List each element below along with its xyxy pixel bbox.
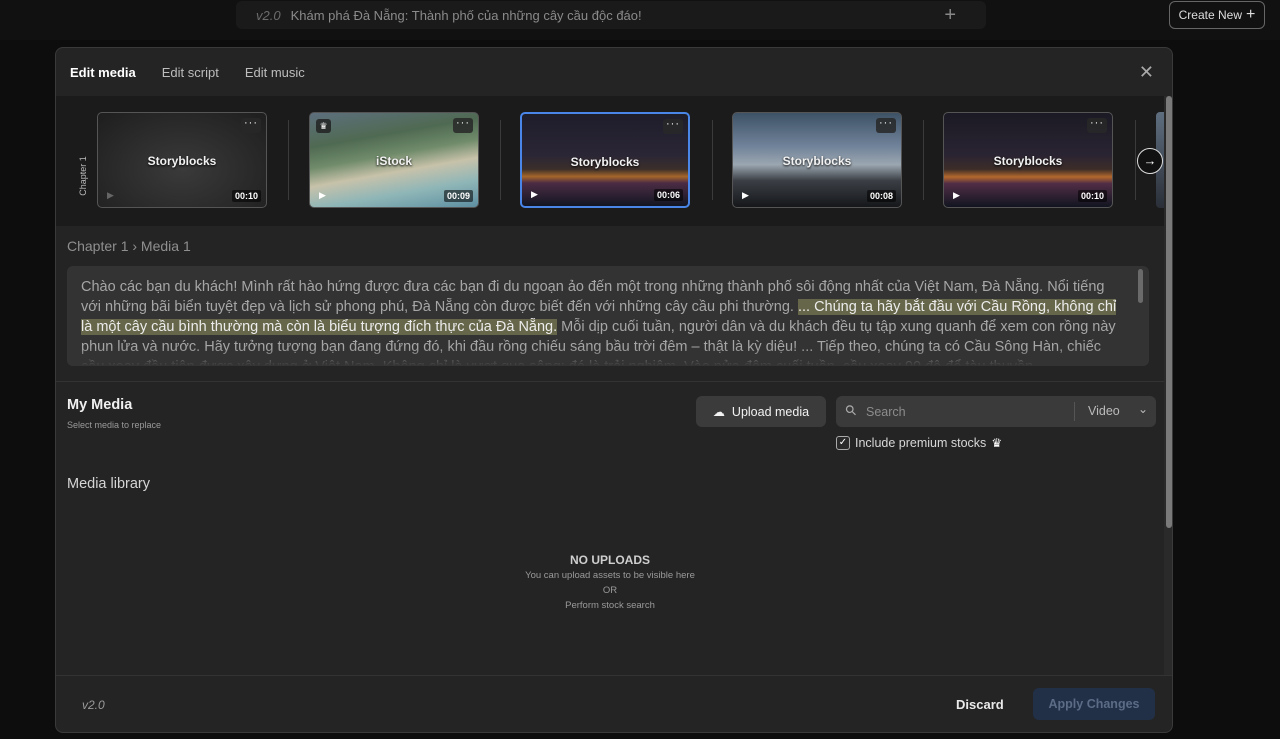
media-library-title: Media library	[67, 476, 150, 492]
search-input[interactable]	[866, 396, 1071, 427]
play-icon[interactable]: ▶	[742, 190, 749, 201]
script-scrollbar[interactable]	[1138, 269, 1143, 303]
close-icon[interactable]: ✕	[1139, 62, 1154, 83]
chevron-down-icon[interactable]: ⌄	[1138, 402, 1148, 416]
apply-changes-button[interactable]: Apply Changes	[1033, 688, 1155, 720]
chapter-label: Chapter 1	[78, 156, 88, 196]
my-media-subtitle: Select media to replace	[67, 420, 162, 430]
empty-state-line: You can upload assets to be visible here	[525, 570, 695, 581]
project-version: v2.0	[256, 7, 281, 23]
upload-media-button[interactable]: ☁ Upload media	[696, 396, 826, 427]
search-icon: ⚲	[841, 400, 861, 420]
modal-scrollbar[interactable]	[1164, 96, 1172, 676]
tab-edit-music[interactable]: Edit music	[245, 65, 305, 80]
media-thumbnail[interactable]: ♛ ··· iStock ▶ 00:09	[309, 112, 479, 208]
create-new-button[interactable]: Create New +	[1169, 1, 1265, 29]
plus-icon: +	[1246, 6, 1256, 23]
tab-edit-script[interactable]: Edit script	[162, 65, 219, 80]
play-icon[interactable]: ▶	[953, 190, 960, 201]
thumbnail-duration: 00:10	[231, 190, 261, 202]
thumbnail-source: Storyblocks	[993, 154, 1063, 168]
tab-edit-media[interactable]: Edit media	[70, 65, 136, 80]
search-divider	[1074, 402, 1075, 421]
empty-state-title: NO UPLOADS	[569, 553, 650, 567]
section-divider	[56, 381, 1164, 382]
media-type-select[interactable]: Video	[1088, 396, 1120, 427]
thumbnail-duration: 00:08	[866, 190, 896, 202]
media-thumbnail[interactable]: ··· Storyblocks ▶ 00:08	[732, 112, 902, 208]
upload-media-label: Upload media	[731, 404, 810, 419]
my-media-title: My Media	[67, 397, 133, 413]
script-text[interactable]: Chào các bạn du khách! Mình rất hào hứng…	[67, 266, 1149, 366]
divider	[500, 120, 501, 200]
crown-icon: ♛	[991, 436, 1003, 450]
thumbnail-source: iStock	[375, 154, 412, 168]
discard-button[interactable]: Discard	[956, 697, 1004, 712]
divider	[288, 120, 289, 200]
media-thumbnail[interactable]: ··· Storyblocks ▶ 00:10	[97, 112, 267, 208]
arrow-right-icon[interactable]: →	[1137, 148, 1163, 174]
checkbox-icon[interactable]: ✓	[836, 436, 850, 450]
footer-version: v2.0	[82, 698, 105, 712]
premium-label: Include premium stocks	[855, 436, 987, 450]
thumbnail-duration: 00:10	[1077, 190, 1107, 202]
search-bar: ⚲ Video ⌄	[836, 396, 1156, 427]
more-icon[interactable]: ···	[241, 118, 261, 133]
project-title: Khám phá Đà Nẵng: Thành phố của những câ…	[290, 7, 642, 23]
modal-tabs: Edit media Edit script Edit music	[56, 48, 1172, 96]
empty-state-line: Perform stock search	[565, 600, 655, 611]
app-header: v2.0 Khám phá Đà Nẵng: Thành phố của nhữ…	[0, 0, 1280, 40]
edit-media-modal: Edit media Edit script Edit music ✕ Chap…	[55, 47, 1173, 733]
play-icon[interactable]: ▶	[319, 190, 326, 201]
premium-stocks-option[interactable]: ✓ Include premium stocks ♛	[836, 436, 1002, 450]
thumbnail-source: Storyblocks	[570, 155, 640, 169]
divider	[712, 120, 713, 200]
scrollbar-thumb[interactable]	[1166, 96, 1172, 528]
empty-state-or: OR	[602, 585, 618, 596]
thumbnail-duration: 00:06	[653, 189, 683, 201]
project-title-bar[interactable]: v2.0 Khám phá Đà Nẵng: Thành phố của nhữ…	[236, 1, 986, 29]
more-icon[interactable]: ···	[663, 119, 683, 134]
play-icon[interactable]: ▶	[107, 190, 114, 201]
breadcrumb: Chapter 1 › Media 1	[67, 238, 191, 254]
thumbnail-source: Storyblocks	[147, 154, 217, 168]
footer-divider	[56, 675, 1172, 676]
create-new-label: Create New	[1178, 8, 1242, 22]
media-thumbnail-selected[interactable]: ··· Storyblocks ▶ 00:06	[520, 112, 690, 208]
media-strip: Chapter 1 ··· Storyblocks ▶ 00:10 ♛ ··· …	[56, 96, 1168, 226]
divider	[923, 120, 924, 200]
plus-icon[interactable]: +	[944, 4, 956, 27]
script-fade	[67, 348, 1149, 366]
thumbnail-source: Storyblocks	[782, 154, 852, 168]
media-thumbnail[interactable]: ··· Storyblocks ▶ 00:10	[943, 112, 1113, 208]
play-icon[interactable]: ▶	[531, 189, 538, 200]
crown-icon: ♛	[316, 119, 331, 133]
more-icon[interactable]: ···	[453, 118, 473, 133]
more-icon[interactable]: ···	[1087, 118, 1107, 133]
more-icon[interactable]: ···	[876, 118, 896, 133]
upload-cloud-icon: ☁	[712, 404, 725, 419]
thumbnail-duration: 00:09	[443, 190, 473, 202]
divider	[1135, 120, 1136, 200]
